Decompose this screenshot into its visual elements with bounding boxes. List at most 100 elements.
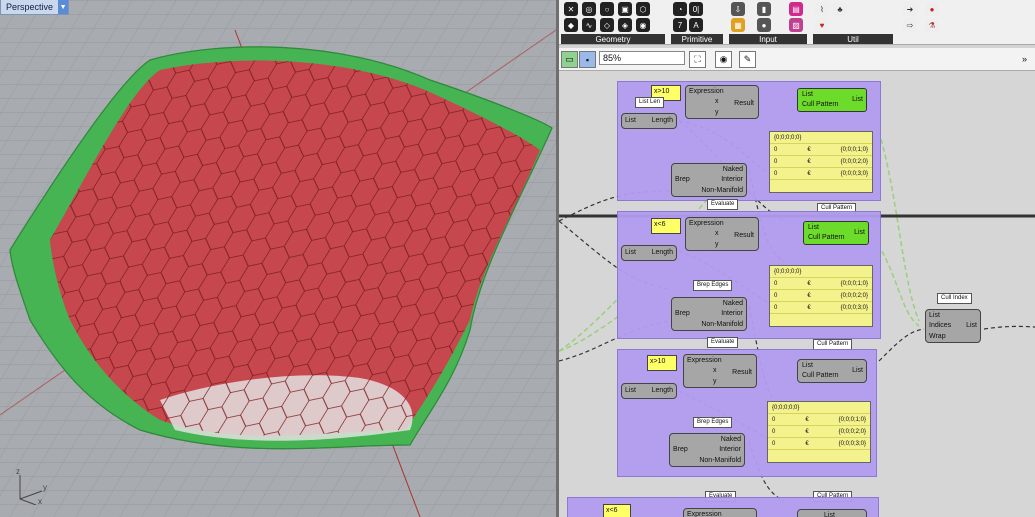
brep-edges-tag-2: Brep Edges bbox=[693, 280, 733, 291]
open-icon[interactable]: ▭ bbox=[561, 51, 578, 68]
number-icon[interactable]: 7 bbox=[673, 18, 687, 32]
y-label: y bbox=[715, 241, 719, 248]
toggle-icon[interactable]: ▮ bbox=[757, 2, 771, 16]
list-label: List bbox=[852, 367, 863, 374]
wrap-label: Wrap bbox=[929, 333, 946, 340]
cull-pattern-label: Cull Pattern bbox=[808, 234, 845, 241]
ring-icon[interactable]: ◎ bbox=[582, 2, 596, 16]
y-label: y bbox=[713, 378, 717, 385]
surface-icon[interactable]: ◆ bbox=[564, 18, 578, 32]
interior-label: Interior bbox=[719, 446, 741, 453]
gradient-icon[interactable]: ▤ bbox=[789, 2, 803, 16]
text-icon[interactable]: A bbox=[689, 18, 703, 32]
curve-icon[interactable]: ∿ bbox=[582, 18, 596, 32]
chevron-icon[interactable]: » bbox=[1017, 51, 1032, 66]
save-icon[interactable]: ▪ bbox=[579, 51, 596, 68]
cull-index-title: Cull Index bbox=[937, 293, 972, 304]
ball-icon[interactable]: ● bbox=[925, 2, 939, 16]
length-label: Length bbox=[651, 249, 673, 256]
interior-label: Interior bbox=[721, 310, 743, 317]
axis-z-label: z bbox=[16, 467, 20, 476]
field-icon[interactable]: ◉ bbox=[636, 18, 650, 32]
nonmanifold-label: Non-Manifold bbox=[699, 457, 741, 464]
ribbon-group-util: ⌇ ♣ ♥ Util bbox=[813, 0, 897, 44]
list-label: List bbox=[852, 96, 863, 103]
zoom-select[interactable]: 85% bbox=[599, 51, 685, 65]
brep-label: Brep bbox=[675, 310, 690, 317]
ribbon-group-geometry: ✕ ◎ ○ ▣ ⬡ ◆ ∿ ◇ ◈ ◉ Geometry bbox=[561, 0, 669, 44]
brep-icon[interactable]: ◈ bbox=[618, 18, 632, 32]
axes-gizmo: z y x bbox=[16, 467, 47, 505]
list-label: List bbox=[625, 249, 636, 256]
swatch-icon[interactable]: ▨ bbox=[789, 18, 803, 32]
brep-edges-component-1[interactable]: Brep Naked Interior Non-Manifold bbox=[671, 163, 747, 197]
indices-label: Indices bbox=[929, 322, 952, 329]
pin-icon[interactable]: ◔ bbox=[673, 2, 687, 16]
cull-pattern-label: Cull Pattern bbox=[802, 372, 839, 379]
list-length-tag: List Len bbox=[635, 97, 665, 108]
component-ribbon: ✕ ◎ ○ ▣ ⬡ ◆ ∿ ◇ ◈ ◉ Geometry ◔ 0| 7 A Pr… bbox=[559, 0, 1035, 45]
nonmanifold-label: Non-Manifold bbox=[701, 321, 743, 328]
naked-label: Naked bbox=[722, 166, 743, 173]
brep-edges-component-2[interactable]: Brep Naked Interior Non-Manifold bbox=[671, 297, 747, 331]
expression-component-1[interactable]: Expression x y Result bbox=[685, 85, 759, 119]
arrow-right-icon[interactable]: ➜ bbox=[903, 2, 917, 16]
boolean-icon[interactable]: 0| bbox=[689, 2, 703, 16]
canvas-toolbar: ▭ ▪ 85% ⛶ ◉ ✎ » bbox=[559, 48, 1035, 71]
cull-pattern-component-3[interactable]: List Cull Pattern List bbox=[797, 359, 867, 383]
slider-icon[interactable]: ▦ bbox=[731, 18, 745, 32]
axis-y-label: y bbox=[43, 483, 47, 492]
viewport-tab-label: Perspective bbox=[6, 2, 54, 12]
expression-component-3[interactable]: Expression x y Result bbox=[683, 354, 757, 388]
evaluate-tag-1: Evaluate bbox=[707, 199, 739, 210]
expression-component-2[interactable]: Expression x y Result bbox=[685, 217, 759, 251]
eye-icon[interactable]: ◉ bbox=[715, 51, 732, 68]
box-icon[interactable]: ▣ bbox=[618, 2, 632, 16]
expression-input-3[interactable]: x>10 bbox=[647, 355, 677, 371]
panel-2[interactable]: {0;0;0;0;0} 0 € {0;0;0;1;0} 0 € {0;0;0;2;0} … bbox=[769, 265, 873, 327]
expression-input-4[interactable]: x<6 bbox=[603, 504, 631, 517]
mesh-icon[interactable]: ⬡ bbox=[636, 2, 650, 16]
cross-icon[interactable]: ✕ bbox=[564, 2, 578, 16]
brep-edges-component-3[interactable]: Brep Naked Interior Non-Manifold bbox=[669, 433, 745, 467]
ribbon-group-util-label: Util bbox=[813, 34, 893, 44]
length-label: Length bbox=[651, 117, 673, 124]
flask-icon[interactable]: ⚗ bbox=[925, 18, 939, 32]
list-length-component-1[interactable]: List Length bbox=[621, 113, 677, 129]
download-icon[interactable]: ⇩ bbox=[731, 2, 745, 16]
cull-index-component[interactable]: List Indices Wrap List bbox=[925, 309, 981, 343]
ribbon-group-extra: ➜ ● ⇨ ⚗ bbox=[899, 0, 959, 44]
cull-pattern-component-1[interactable]: List Cull Pattern List bbox=[797, 88, 867, 112]
cherry-icon[interactable]: ♥ bbox=[815, 18, 829, 32]
expression-component-4[interactable]: Expression bbox=[683, 508, 757, 517]
plane-icon[interactable]: ◇ bbox=[600, 18, 614, 32]
circle-icon[interactable]: ○ bbox=[600, 2, 614, 16]
sketch-icon[interactable]: ✎ bbox=[739, 51, 756, 68]
viewport-tab[interactable]: Perspective ▼ bbox=[0, 0, 70, 15]
button-icon[interactable]: ● bbox=[757, 18, 771, 32]
list-length-component-2[interactable]: List Length bbox=[621, 245, 677, 261]
ribbon-group-geometry-label: Geometry bbox=[561, 34, 665, 44]
zoom-extents-icon[interactable]: ⛶ bbox=[689, 51, 706, 68]
tree-icon[interactable]: ♣ bbox=[833, 2, 847, 16]
viewport-menu-arrow-icon[interactable]: ▼ bbox=[58, 0, 69, 14]
list-label: List bbox=[808, 224, 819, 231]
list-length-component-3[interactable]: List Length bbox=[621, 383, 677, 399]
list-label: List bbox=[854, 229, 865, 236]
expression-label: Expression bbox=[687, 511, 722, 517]
expression-input-2[interactable]: x<6 bbox=[651, 218, 681, 234]
grasshopper-canvas[interactable]: x>10 Expression x y Result List Length L… bbox=[559, 71, 1035, 517]
graph-icon[interactable]: ⌇ bbox=[815, 2, 829, 16]
evaluate-tag-2: Evaluate bbox=[707, 337, 739, 348]
panel-3[interactable]: {0;0;0;0;0} 0 € {0;0;0;1;0} 0 € {0;0;0;2;0} … bbox=[767, 401, 871, 463]
nonmanifold-label: Non-Manifold bbox=[701, 187, 743, 194]
grasshopper-window: ✕ ◎ ○ ▣ ⬡ ◆ ∿ ◇ ◈ ◉ Geometry ◔ 0| 7 A Pr… bbox=[559, 0, 1035, 517]
cull-pattern-component-2[interactable]: List Cull Pattern List bbox=[803, 221, 869, 245]
brep-label: Brep bbox=[675, 176, 690, 183]
rhino-viewport[interactable]: Perspective ▼ z y x bbox=[0, 0, 556, 517]
arrow-outline-icon[interactable]: ⇨ bbox=[903, 18, 917, 32]
cull-pattern-component-4[interactable]: List bbox=[797, 509, 867, 517]
list-label: List bbox=[802, 91, 813, 98]
list-label: List bbox=[802, 362, 813, 369]
panel-1[interactable]: {0;0;0;0;0} 0 € {0;0;0;1;0} 0 € {0;0;0;2;0} … bbox=[769, 131, 873, 193]
